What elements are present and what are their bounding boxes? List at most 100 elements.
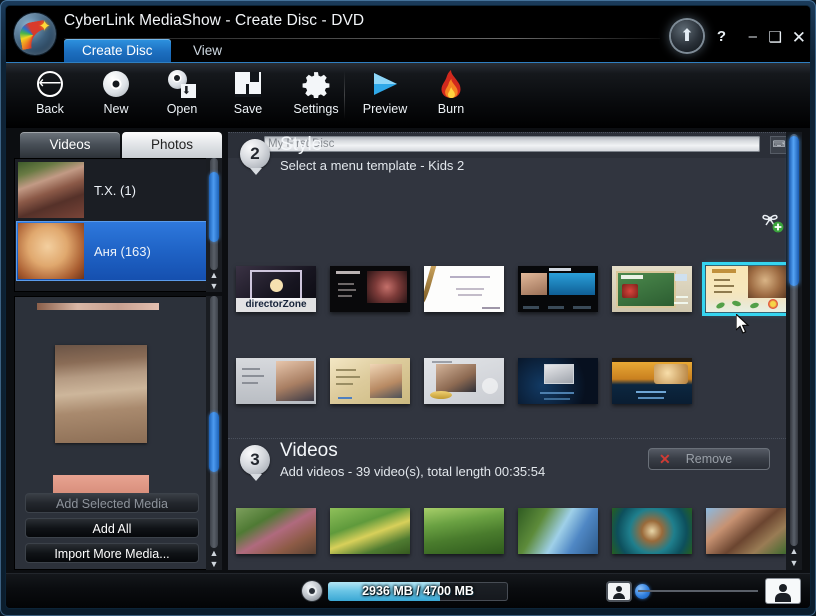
videos-section-collapse-toggle[interactable] — [250, 474, 262, 481]
videos-section-subtitle: Add videos - 39 video(s), total length 0… — [280, 464, 546, 479]
step-number-badge: 2 — [240, 139, 270, 169]
template-thumbnail-wedding-kiss[interactable] — [424, 358, 504, 404]
video-thumb-2[interactable] — [330, 508, 410, 554]
folder-thumbnail — [18, 162, 84, 218]
flame-icon — [417, 67, 485, 101]
maximize-button[interactable]: ❑ — [769, 28, 782, 46]
toolbar: ⟵ Back New ⬇ Open Save Settings Preview … — [6, 62, 810, 129]
app-body: Videos Photos Т.Х. (1) Аня (163) ▲ ▼ Add… — [6, 128, 810, 574]
video-thumb-3[interactable] — [424, 508, 504, 554]
list-item[interactable]: Т.Х. (1) — [16, 160, 220, 220]
play-triangle-icon — [351, 67, 419, 101]
step-number-badge: 3 — [240, 445, 270, 475]
library-tab-strip: Videos Photos — [14, 132, 222, 158]
videos-section-title: Videos — [280, 440, 338, 461]
style-section-header: 2 Style Select a menu template - Kids 2 — [228, 132, 802, 181]
template-thumbnail-sunset-gold[interactable] — [612, 358, 692, 404]
add-selected-media-button[interactable]: Add Selected Media — [25, 493, 199, 513]
scrollbar-thumb[interactable] — [789, 136, 799, 286]
floppy-disk-icon — [214, 67, 282, 101]
media-thumb-main[interactable] — [55, 345, 147, 443]
title-bar: ✦ CyberLink MediaShow - Create Disc - DV… — [6, 6, 810, 62]
template-thumbnail-wedding-gold[interactable] — [330, 358, 410, 404]
scrollbar-thumb[interactable] — [209, 412, 219, 472]
minimize-button[interactable]: – — [749, 28, 757, 45]
style-section-title: Style — [280, 134, 323, 155]
scroll-down-arrow[interactable]: ▼ — [206, 281, 222, 292]
small-thumbnail-icon[interactable] — [608, 583, 630, 600]
scroll-up-arrow[interactable]: ▲ — [206, 548, 222, 559]
folder-list: Т.Х. (1) Аня (163) — [14, 158, 222, 292]
list-item-label: Аня (163) — [94, 243, 151, 259]
tab-view[interactable]: View — [175, 39, 240, 62]
disc-capacity-bar: 2936 MB / 4700 MB — [328, 582, 508, 601]
help-button[interactable]: ? — [717, 28, 726, 45]
tab-create-disc[interactable]: Create Disc — [64, 39, 171, 62]
app-window: ✦ CyberLink MediaShow - Create Disc - DV… — [0, 0, 816, 616]
template-thumbnail-blue-bars[interactable] — [518, 266, 598, 312]
add-all-button[interactable]: Add All — [25, 518, 199, 538]
toolbar-button-settings[interactable]: Settings — [282, 67, 350, 125]
template-thumbnail-directorzone[interactable]: directorZone — [236, 266, 316, 312]
toolbar-button-preview[interactable]: Preview — [351, 67, 419, 125]
toolbar-button-save[interactable]: Save — [214, 67, 282, 125]
large-thumbnail-icon[interactable] — [766, 579, 800, 603]
video-thumb-6[interactable] — [706, 508, 786, 554]
scroll-down-arrow[interactable]: ▼ — [786, 557, 802, 569]
style-section-collapse-toggle[interactable] — [250, 168, 262, 175]
status-bar: 2936 MB / 4700 MB — [6, 573, 810, 608]
app-logo-rainbow-star-icon: ✦ — [14, 13, 56, 55]
scroll-up-arrow[interactable]: ▲ — [206, 270, 222, 281]
style-section-subtitle: Select a menu template - Kids 2 — [280, 158, 465, 173]
arrow-up-icon: ⬆ — [679, 26, 695, 46]
disc-icon — [302, 581, 322, 601]
scroll-up-arrow[interactable]: ▲ — [786, 545, 802, 557]
library-action-buttons: Add Selected Media Add All Import More M… — [25, 488, 199, 563]
video-thumbnail-row — [228, 508, 802, 568]
tab-strip: Create Disc View — [64, 39, 240, 62]
toolbar-button-burn[interactable]: Burn — [417, 67, 485, 125]
main-content: My First Disc ⌨ 2 Style Select a menu te… — [228, 132, 802, 570]
template-thumbnail-green-board[interactable] — [612, 266, 692, 312]
thumbnail-size-slider[interactable] — [638, 590, 758, 592]
window-title: CyberLink MediaShow - Create Disc - DVD — [64, 12, 365, 29]
toolbar-button-open[interactable]: ⬇ Open — [148, 67, 216, 125]
add-ribbon-icon[interactable] — [758, 210, 784, 234]
tab-photos[interactable]: Photos — [122, 132, 222, 158]
videos-section-header: 3 Videos Add videos - 39 video(s), total… — [228, 438, 786, 487]
toolbar-button-new[interactable]: New — [82, 67, 150, 125]
close-button[interactable]: ✕ — [792, 28, 806, 48]
remove-button-label: Remove — [685, 452, 733, 466]
import-more-media-button[interactable]: Import More Media... — [25, 543, 199, 563]
template-thumbnail-wedding-grey[interactable] — [236, 358, 316, 404]
template-grid: directorZone — [228, 262, 802, 328]
media-thumb-partial-top — [37, 303, 159, 310]
media-list-scrollbar[interactable]: ▲ ▼ — [206, 296, 222, 570]
back-arrow-icon: ⟵ — [16, 67, 84, 101]
open-folder-disc-icon: ⬇ — [148, 67, 216, 101]
toolbar-button-back[interactable]: ⟵ Back — [16, 67, 84, 125]
template-thumbnail-dark-cinema[interactable] — [330, 266, 410, 312]
scroll-down-arrow[interactable]: ▼ — [206, 559, 222, 570]
template-thumbnail-kids-2[interactable] — [702, 262, 790, 316]
video-thumb-5[interactable] — [612, 508, 692, 554]
video-thumb-1[interactable] — [236, 508, 316, 554]
main-scrollbar[interactable]: ▲ ▼ — [786, 132, 802, 570]
folder-list-scrollbar[interactable]: ▲ ▼ — [206, 158, 222, 292]
folder-thumbnail — [18, 223, 84, 279]
template-thumbnail-night-blue[interactable] — [518, 358, 598, 404]
scrollbar-thumb[interactable] — [209, 172, 219, 242]
media-thumbnail-list: Add Selected Media Add All Import More M… — [14, 296, 222, 570]
video-thumb-4[interactable] — [518, 508, 598, 554]
list-item-label: Т.Х. (1) — [94, 182, 136, 198]
media-library-panel: Videos Photos Т.Х. (1) Аня (163) ▲ ▼ Add… — [14, 132, 222, 570]
gear-icon — [282, 67, 350, 101]
window-inner: ✦ CyberLink MediaShow - Create Disc - DV… — [6, 6, 810, 608]
template-thumbnail-white-brush[interactable] — [424, 266, 504, 312]
disc-icon — [82, 67, 150, 101]
tab-videos[interactable]: Videos — [20, 132, 120, 158]
list-item[interactable]: Аня (163) — [16, 221, 220, 281]
upload-button[interactable]: ⬆ — [671, 20, 703, 52]
remove-button[interactable]: ✕ Remove — [648, 448, 770, 470]
template-caption: directorZone — [236, 298, 316, 312]
